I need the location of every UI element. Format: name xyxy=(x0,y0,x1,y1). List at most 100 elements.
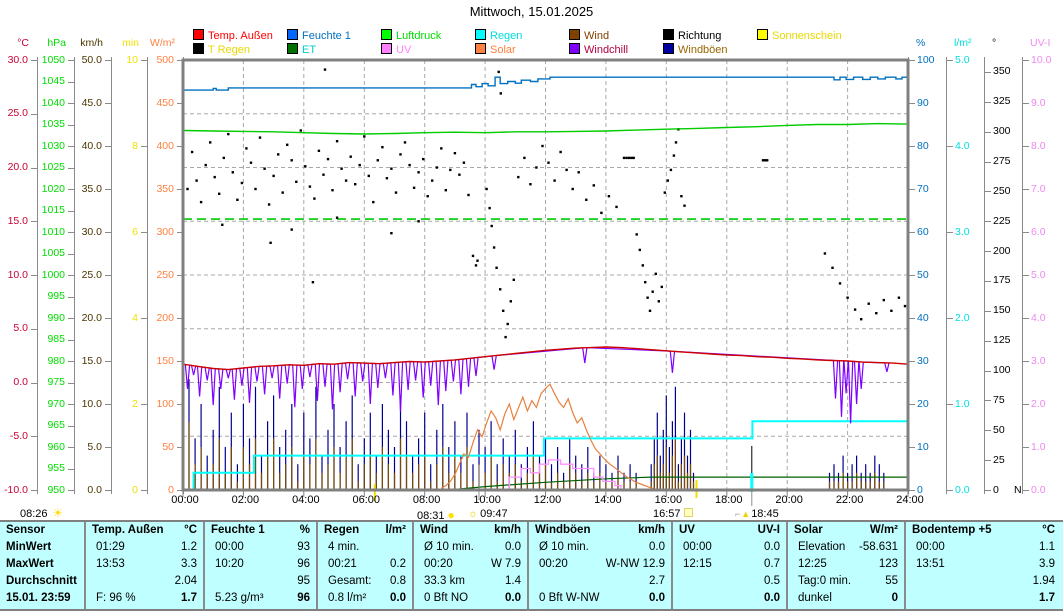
series-richtung-point xyxy=(868,303,870,305)
legend-item-windchill: Windchill xyxy=(569,43,628,55)
series-richtung-point xyxy=(463,162,465,164)
axis-tick-label: 50.0 xyxy=(74,54,102,66)
column-name: Temp. Außen xyxy=(86,522,164,539)
cell-info: 12:25 xyxy=(788,556,827,573)
table-row-label: 15.01. 23:59 xyxy=(0,590,84,607)
series-richtung-point xyxy=(633,157,635,159)
column-name: Regen xyxy=(318,522,359,539)
table-column-solar: SolarW/m²Elevation-58.63112:25123Tag:0 m… xyxy=(786,522,904,609)
axis-tick xyxy=(985,102,991,103)
axis-tick-label: 1020 xyxy=(37,183,65,195)
axis-tick xyxy=(985,221,991,222)
series-richtung-point xyxy=(860,318,862,320)
series-richtung-point xyxy=(309,185,311,187)
axis-tick xyxy=(1023,404,1029,405)
table-cell-row: Ø 10 min.0.0 xyxy=(414,539,527,556)
series-richtung-point xyxy=(445,189,447,191)
cell-value: 1.7 xyxy=(1039,590,1061,607)
axis-tick-label: 20 xyxy=(917,398,929,410)
series-richtung-point xyxy=(476,260,478,262)
series-richtung-point xyxy=(644,281,646,283)
series-richtung-point xyxy=(408,164,410,166)
series-richtung-point xyxy=(673,154,675,156)
axis-tick-label: 80 xyxy=(917,140,929,152)
legend-item-uv: UV xyxy=(381,43,411,55)
series-richtung-point xyxy=(454,152,456,154)
axis-tick-label: 955 xyxy=(37,462,65,474)
series-richtung-point xyxy=(404,141,406,143)
column-unit: km/h xyxy=(638,522,671,539)
table-cell-row: 5.23 g/m³96 xyxy=(205,590,316,607)
axis-tick xyxy=(909,404,915,405)
series-richtung-point xyxy=(670,169,672,171)
sun-marker-time: 18:45 xyxy=(751,508,779,520)
series-richtung-point xyxy=(214,176,216,178)
sun-marker: ⌐▲18:45 xyxy=(735,508,779,520)
x-axis-label: 00:00 xyxy=(163,494,207,506)
axis-tick xyxy=(68,82,74,83)
table-cell-row: 13:513.9 xyxy=(906,556,1061,573)
axis-tick xyxy=(1023,318,1029,319)
axis-tick xyxy=(105,361,111,362)
table-cell-row: 12:150.7 xyxy=(673,556,786,573)
cell-value: 55 xyxy=(885,573,904,590)
axis-tick xyxy=(1023,103,1029,104)
table-column-temp-au-en: Temp. Außen°C01:291.213:533.32.04F: 96 %… xyxy=(84,522,203,609)
series-richtung-point xyxy=(529,183,531,185)
series-richtung-point xyxy=(458,174,460,176)
axis-tick-label: 1010 xyxy=(37,226,65,238)
table-cell-row: Tag:0 min.55 xyxy=(788,573,904,590)
sun-marker: ☼09:47 xyxy=(468,508,508,520)
axis-unit-Wm: W/m² xyxy=(147,37,175,49)
cell-info: 0.8 l/m² xyxy=(318,590,366,607)
legend-label: Luftdruck xyxy=(396,30,441,42)
table-column-uv: UVUV-I00:000.012:150.70.50.0 xyxy=(671,522,786,609)
sun-icon: ☀ xyxy=(53,506,64,520)
legend-swatch-icon xyxy=(287,29,298,40)
series-richtung-point xyxy=(565,169,567,171)
axis-tick-label: 6.0 xyxy=(1031,226,1046,238)
series-richtung-point xyxy=(372,201,374,203)
legend-item-wind: Wind xyxy=(569,29,609,41)
series-richtung-point xyxy=(680,195,682,197)
series-richtung-point xyxy=(340,168,342,170)
axis-tick xyxy=(985,400,991,401)
axis-tick xyxy=(947,404,953,405)
table-cell-row: 1.94 xyxy=(906,573,1061,590)
column-name: Feuchte 1 xyxy=(205,522,265,539)
series-richtung-point xyxy=(363,135,365,137)
chart-title: Mittwoch, 15.01.2025 xyxy=(0,4,1063,19)
axis-tick xyxy=(909,318,915,319)
cell-value: 1.2 xyxy=(181,539,203,556)
series-richtung-point xyxy=(386,177,388,179)
axis-tick xyxy=(985,251,991,252)
table-cell-row: dunkel0 xyxy=(788,590,904,607)
axis-tick-label: 225 xyxy=(993,215,1011,227)
legend-swatch-icon xyxy=(569,29,580,40)
axis-tick-label: 35.0 xyxy=(74,183,102,195)
series-richtung-point xyxy=(875,312,877,314)
axis-tick-label: 965 xyxy=(37,419,65,431)
plot-canvas[interactable] xyxy=(183,60,908,510)
series-uv xyxy=(500,460,621,490)
axis-tick-label: 15.0 xyxy=(0,215,28,227)
series-richtung-point xyxy=(359,164,361,166)
axis-tick-label: 100 xyxy=(147,398,174,410)
series-richtung-point xyxy=(327,158,329,160)
axis-tick xyxy=(985,490,991,491)
axis-tick-label: 1050 xyxy=(37,54,65,66)
axis-tick-label: 50 xyxy=(917,269,929,281)
legend-item-temp-au-en: Temp. Außen xyxy=(193,29,273,41)
chart-plot-area[interactable] xyxy=(183,60,908,490)
x-axis-label: 20:00 xyxy=(767,494,811,506)
axis-tick-label: 100 xyxy=(993,364,1011,376)
axis-tick xyxy=(105,275,111,276)
series-richtung-point xyxy=(664,191,666,193)
series-richtung-point xyxy=(625,157,627,159)
cell-value: 3.3 xyxy=(181,556,203,573)
table-cell-row: 2.7 xyxy=(529,573,671,590)
table-cell-row: 0.8 l/m²0.0 xyxy=(318,590,412,607)
cell-value: 0.0 xyxy=(764,539,786,556)
series-richtung-point xyxy=(839,282,841,284)
cell-value: 123 xyxy=(879,556,904,573)
